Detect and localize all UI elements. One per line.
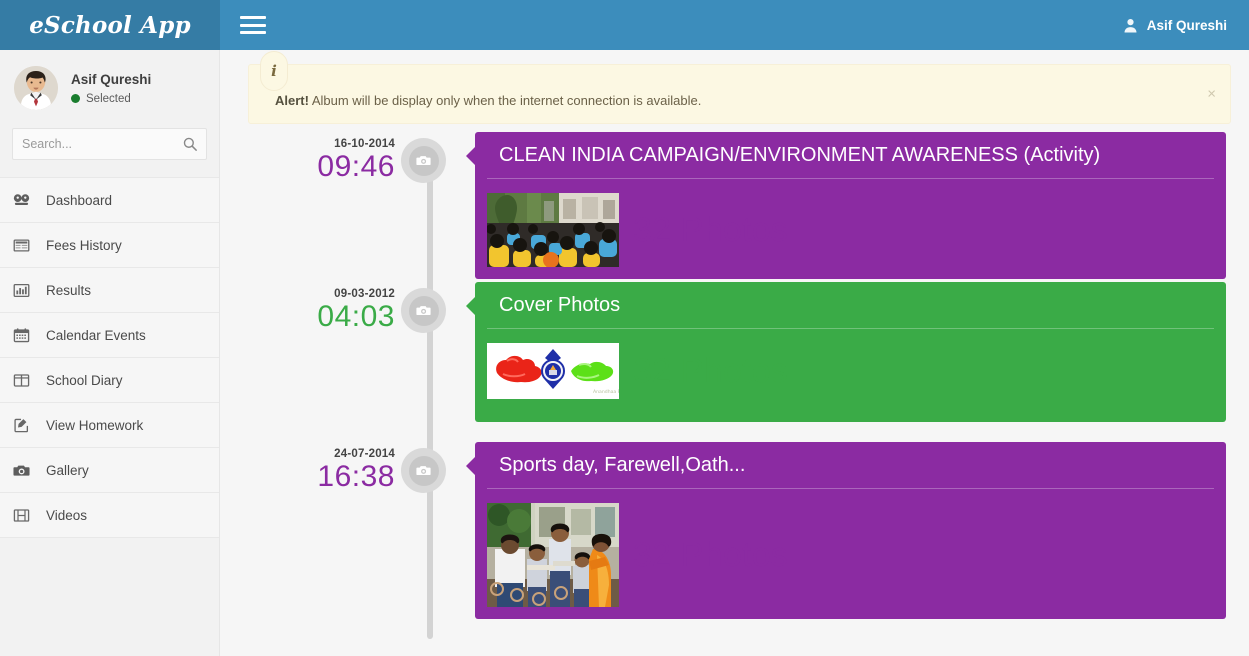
timeline-badge-inner	[408, 295, 439, 326]
user-avatar	[14, 66, 58, 110]
sidebar-item-calendar-events[interactable]: Calendar Events	[0, 312, 219, 358]
bar-chart-icon	[13, 283, 30, 297]
brand-title: eSchool App	[29, 11, 191, 39]
timeline-date: 24-07-2014	[334, 448, 395, 460]
timeline-when: 16-10-2014 09:46	[220, 132, 405, 185]
camera-icon	[416, 156, 431, 165]
user-menu[interactable]: Asif Qureshi	[1123, 18, 1227, 33]
album-card[interactable]: CLEAN INDIA CAMPAIGN/ENVIRONMENT AWARENE…	[466, 132, 1226, 279]
film-icon	[13, 508, 30, 522]
search-input[interactable]	[22, 137, 183, 151]
timeline-badge[interactable]	[401, 288, 446, 333]
info-icon: i	[260, 51, 288, 91]
album-body: Anandhaa Prints 32 Photos	[475, 329, 1226, 403]
camera-icon	[416, 306, 431, 315]
album-title: CLEAN INDIA CAMPAIGN/ENVIRONMENT AWARENE…	[487, 132, 1214, 179]
content-area: i Alert! Album will be display only when…	[220, 50, 1249, 656]
close-icon[interactable]: ×	[1207, 87, 1216, 102]
timeline-time: 16:38	[317, 460, 395, 493]
album-body: 32 Photos	[475, 179, 1226, 271]
sidebar-profile[interactable]: Asif Qureshi Selected	[0, 50, 219, 122]
timeline-time: 04:03	[317, 300, 395, 333]
album-thumbnail[interactable]	[487, 193, 619, 267]
sidebar-item-school-diary[interactable]: School Diary	[0, 357, 219, 403]
tricolor-map-logo-photo: Anandhaa Prints	[487, 343, 619, 399]
alert-wrapper: i Alert! Album will be display only when…	[220, 50, 1249, 124]
table-icon	[13, 238, 30, 252]
timeline-date: 09-03-2012	[334, 288, 395, 300]
profile-status: Selected	[71, 93, 151, 105]
timeline-time: 09:46	[317, 150, 395, 183]
camera-icon	[13, 465, 30, 476]
crowd-of-students-photo	[487, 193, 619, 267]
timeline-item: 16-10-2014 09:46 CLEAN INDIA CAMPAIGN/EN…	[220, 132, 1249, 282]
hamburger-line	[240, 31, 266, 34]
album-thumbnail[interactable]	[487, 503, 619, 607]
calendar-icon	[13, 327, 30, 342]
dashboard-icon	[13, 193, 30, 205]
sidebar-item-dashboard[interactable]: Dashboard	[0, 177, 219, 223]
sidebar: Asif Qureshi Selected Dash	[0, 50, 220, 656]
album-thumbnail[interactable]: Anandhaa Prints	[487, 343, 619, 399]
svg-text:Anandhaa Prints: Anandhaa Prints	[593, 389, 619, 395]
sidebar-item-videos[interactable]: Videos	[0, 492, 219, 538]
timeline-item: 09-03-2012 04:03 Cover Photos Anandhaa 3…	[220, 282, 1249, 442]
gallery-timeline: 16-10-2014 09:46 CLEAN INDIA CAMPAIGN/EN…	[220, 124, 1249, 639]
album-photo-count: 32 Photos	[633, 351, 788, 390]
sidebar-item-label: View Homework	[46, 417, 144, 433]
timeline-badge[interactable]	[401, 448, 446, 493]
album-photo-count: 32 Photos	[633, 535, 788, 574]
album-card[interactable]: Sports day, Farewell,Oath... 32 Photos	[466, 442, 1226, 619]
timeline-badge[interactable]	[401, 138, 446, 183]
top-header: eSchool App Asif Qureshi	[0, 0, 1249, 50]
user-icon	[1124, 18, 1137, 33]
alert-message: Album will be display only when the inte…	[308, 93, 702, 108]
album-title: Cover Photos	[487, 282, 1214, 329]
sidebar-item-label: School Diary	[46, 372, 123, 388]
hamburger-line	[240, 16, 266, 19]
header-bar: Asif Qureshi	[220, 0, 1249, 50]
sidebar-item-results[interactable]: Results	[0, 267, 219, 313]
album-title: Sports day, Farewell,Oath...	[487, 442, 1214, 489]
profile-name: Asif Qureshi	[71, 71, 152, 87]
hamburger-line	[240, 23, 266, 27]
status-dot	[71, 94, 80, 103]
album-card[interactable]: Cover Photos Anandhaa 32 Photos	[466, 282, 1226, 422]
sidebar-item-label: Dashboard	[46, 192, 113, 208]
timeline-badge-inner	[408, 145, 439, 176]
sidebar-item-label: Gallery	[46, 462, 89, 478]
search-box[interactable]	[12, 128, 207, 160]
album-photo-count: 32 Photos	[633, 210, 788, 249]
timeline-when: 09-03-2012 04:03	[220, 282, 405, 335]
sidebar-item-fees-history[interactable]: Fees History	[0, 222, 219, 268]
alert-banner: i Alert! Album will be display only when…	[248, 51, 1231, 124]
album-body: 32 Photos	[475, 489, 1226, 611]
timeline-badge-inner	[408, 455, 439, 486]
sidebar-item-label: Videos	[46, 507, 88, 523]
columns-icon	[13, 373, 30, 387]
search-icon[interactable]	[183, 137, 197, 151]
sidebar-item-label: Fees History	[46, 237, 122, 253]
sidebar-item-label: Calendar Events	[46, 327, 146, 343]
brand-logo[interactable]: eSchool App	[0, 0, 220, 50]
sidebar-item-gallery[interactable]: Gallery	[0, 447, 219, 493]
alert-strong-label: Alert!	[275, 93, 309, 108]
timeline-item: 24-07-2014 16:38 Sports day, Farewell,Oa…	[220, 442, 1249, 619]
profile-info: Asif Qureshi Selected	[71, 72, 151, 105]
prize-giving-ceremony-photo	[487, 503, 619, 607]
sidebar-item-view-homework[interactable]: View Homework	[0, 402, 219, 448]
avatar	[14, 66, 58, 110]
timeline-when: 24-07-2014 16:38	[220, 442, 405, 495]
timeline-date: 16-10-2014	[334, 138, 395, 150]
profile-status-label: Selected	[86, 92, 131, 105]
edit-note-icon	[14, 418, 29, 432]
sidebar-item-label: Results	[46, 282, 92, 298]
user-name-label: Asif Qureshi	[1146, 17, 1227, 33]
hamburger-icon[interactable]	[240, 15, 266, 35]
sidebar-menu: Dashboard Fees History Results Calendar …	[0, 177, 219, 617]
sidebar-filler	[0, 537, 219, 617]
camera-icon	[416, 466, 431, 475]
app-root: eSchool App Asif Qureshi Asif Qureshi Se…	[0, 0, 1249, 656]
